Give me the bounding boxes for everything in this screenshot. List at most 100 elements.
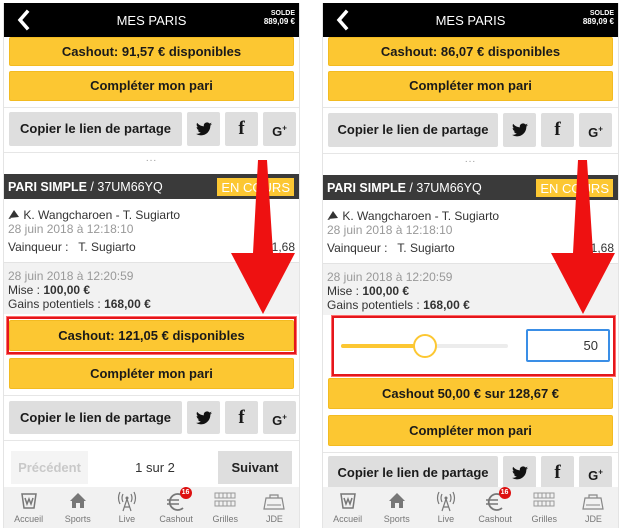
divider — [4, 395, 299, 396]
antenna-icon — [117, 491, 137, 512]
partial-cashout-panel — [325, 316, 616, 376]
nav-item-sports[interactable]: Sports — [53, 487, 102, 528]
twitter-icon — [511, 123, 528, 137]
twitter-icon — [195, 411, 212, 425]
next-page-button[interactable]: Suivant — [218, 451, 292, 484]
divider — [323, 452, 618, 453]
balance: SOLDE 889,09 € — [264, 10, 295, 26]
copy-share-link-button[interactable]: Copier le lien de partage — [9, 401, 182, 434]
nav-item-jde[interactable]: JDE — [250, 487, 299, 528]
bet-type: PARI SIMPLE — [8, 180, 87, 194]
phone-screen-left: MES PARIS SOLDE 889,09 € Cashout: 91,57 … — [3, 3, 300, 528]
complete-bet-button[interactable]: Compléter mon pari — [328, 415, 613, 446]
divider — [323, 107, 618, 108]
market-label: Vainqueur : — [8, 240, 69, 254]
potential-gains-value: 168,00 € — [423, 298, 470, 312]
cashout-button-previous[interactable]: Cashout: 86,07 € disponibles — [328, 37, 613, 66]
copy-share-link-button[interactable]: Copier le lien de partage — [328, 113, 498, 147]
stake-value: 100,00 € — [362, 284, 410, 298]
bottom-nav: Accueil Sports Live 16 Cashout Grilles J… — [323, 487, 618, 528]
copy-share-link-button[interactable]: Copier le lien de partage — [328, 456, 498, 490]
twitter-icon — [195, 122, 212, 136]
nav-item-sports[interactable]: Sports — [372, 487, 421, 528]
facebook-share-button[interactable]: f — [225, 401, 258, 434]
more-ellipsis: ... — [464, 154, 477, 165]
nav-item-jde[interactable]: JDE — [569, 487, 618, 528]
house-icon — [69, 493, 86, 508]
complete-bet-button-previous[interactable]: Compléter mon pari — [328, 71, 613, 101]
antenna-icon — [436, 491, 456, 512]
google-plus-icon: G+ — [272, 124, 287, 140]
facebook-share-button[interactable]: f — [541, 113, 574, 147]
bet-date: 28 juin 2018 à 12:20:59 — [327, 270, 453, 284]
nav-item-grilles[interactable]: Grilles — [520, 487, 569, 528]
badminton-shuttlecock-icon — [327, 211, 338, 220]
selection-name: T. Sugiarto — [397, 241, 455, 255]
nav-item-grilles[interactable]: Grilles — [201, 487, 250, 528]
bet-selection: K. Wangcharoen - T. Sugiarto 28 juin 201… — [323, 200, 618, 262]
slider-handle[interactable] — [412, 334, 437, 358]
complete-bet-button[interactable]: Compléter mon pari — [9, 358, 294, 389]
complete-bet-button-previous[interactable]: Compléter mon pari — [9, 71, 294, 101]
twitter-share-button[interactable] — [503, 456, 536, 490]
google-plus-icon: G+ — [588, 125, 603, 141]
grid-icon — [214, 492, 236, 507]
cashout-button[interactable]: Cashout: 121,05 € disponibles — [9, 320, 294, 351]
bet-reference: / 37UM66YQ — [405, 181, 482, 195]
nav-label: Accueil — [333, 514, 363, 524]
nav-label: Grilles — [212, 514, 239, 524]
facebook-icon: f — [238, 118, 245, 139]
bet-type: PARI SIMPLE — [327, 181, 406, 195]
facebook-share-button[interactable]: f — [541, 456, 574, 490]
cashout-button-previous[interactable]: Cashout: 91,57 € disponibles — [9, 37, 294, 66]
divider — [4, 107, 299, 108]
grid-icon — [533, 492, 555, 507]
status-badge: EN COURS — [536, 179, 613, 197]
stake-label: Mise : — [8, 283, 44, 297]
nav-item-live[interactable]: Live — [421, 487, 470, 528]
cashout-slider[interactable] — [341, 334, 508, 358]
twitter-share-button[interactable] — [187, 401, 220, 434]
google-plus-icon: G+ — [272, 413, 287, 429]
balance-value: 889,09 € — [582, 17, 614, 26]
balance: SOLDE 889,09 € — [583, 10, 614, 26]
selection-name: T. Sugiarto — [78, 240, 136, 254]
phone-screen-right: MES PARIS SOLDE 889,09 € Cashout: 86,07 … — [322, 3, 619, 528]
cashout-amount-input[interactable] — [526, 329, 610, 362]
potential-gains-label: Gains potentiels : — [327, 298, 424, 312]
nav-item-accueil[interactable]: Accueil — [323, 487, 372, 528]
nav-item-cashout[interactable]: 16 Cashout — [152, 487, 201, 528]
google-plus-share-button[interactable]: G+ — [263, 401, 296, 434]
facebook-share-button[interactable]: f — [225, 112, 258, 146]
nav-label: Cashout — [478, 514, 512, 524]
nav-label: JDE — [584, 514, 602, 524]
partial-cashout-button[interactable]: Cashout 50,00 € sur 128,67 € — [328, 378, 613, 409]
copy-share-link-button[interactable]: Copier le lien de partage — [9, 112, 182, 146]
status-badge: EN COURS — [217, 178, 294, 196]
home-logo-icon — [20, 493, 37, 509]
twitter-share-button[interactable] — [187, 112, 220, 146]
nav-label: Live — [118, 514, 136, 524]
google-plus-share-button[interactable]: G+ — [579, 456, 612, 490]
google-plus-share-button[interactable]: G+ — [579, 113, 612, 147]
twitter-share-button[interactable] — [503, 113, 536, 147]
previous-page-button[interactable]: Précédent — [11, 451, 88, 484]
slider-fill — [341, 344, 425, 348]
odds-value: 1,68 — [271, 240, 295, 254]
potential-gains-label: Gains potentiels : — [8, 297, 105, 311]
bet-summary: 28 juin 2018 à 12:20:59 Mise : 100,00 € … — [4, 262, 299, 314]
badminton-shuttlecock-icon — [8, 210, 19, 219]
google-plus-share-button[interactable]: G+ — [263, 112, 296, 146]
balance-value: 889,09 € — [263, 17, 295, 26]
top-bar: MES PARIS SOLDE 889,09 € — [4, 3, 299, 37]
page-indicator: 1 sur 2 — [135, 460, 175, 475]
nav-item-cashout[interactable]: 16 Cashout — [471, 487, 520, 528]
bet-summary: 28 juin 2018 à 12:20:59 Mise : 100,00 € … — [323, 263, 618, 315]
bet-reference: / 37UM66YQ — [86, 180, 163, 194]
more-ellipsis: ... — [145, 153, 158, 164]
nav-item-live[interactable]: Live — [102, 487, 151, 528]
stake-value: 100,00 € — [43, 283, 91, 297]
home-logo-icon — [339, 493, 356, 509]
nav-item-accueil[interactable]: Accueil — [4, 487, 53, 528]
match-name: K. Wangcharoen - T. Sugiarto — [342, 209, 500, 223]
